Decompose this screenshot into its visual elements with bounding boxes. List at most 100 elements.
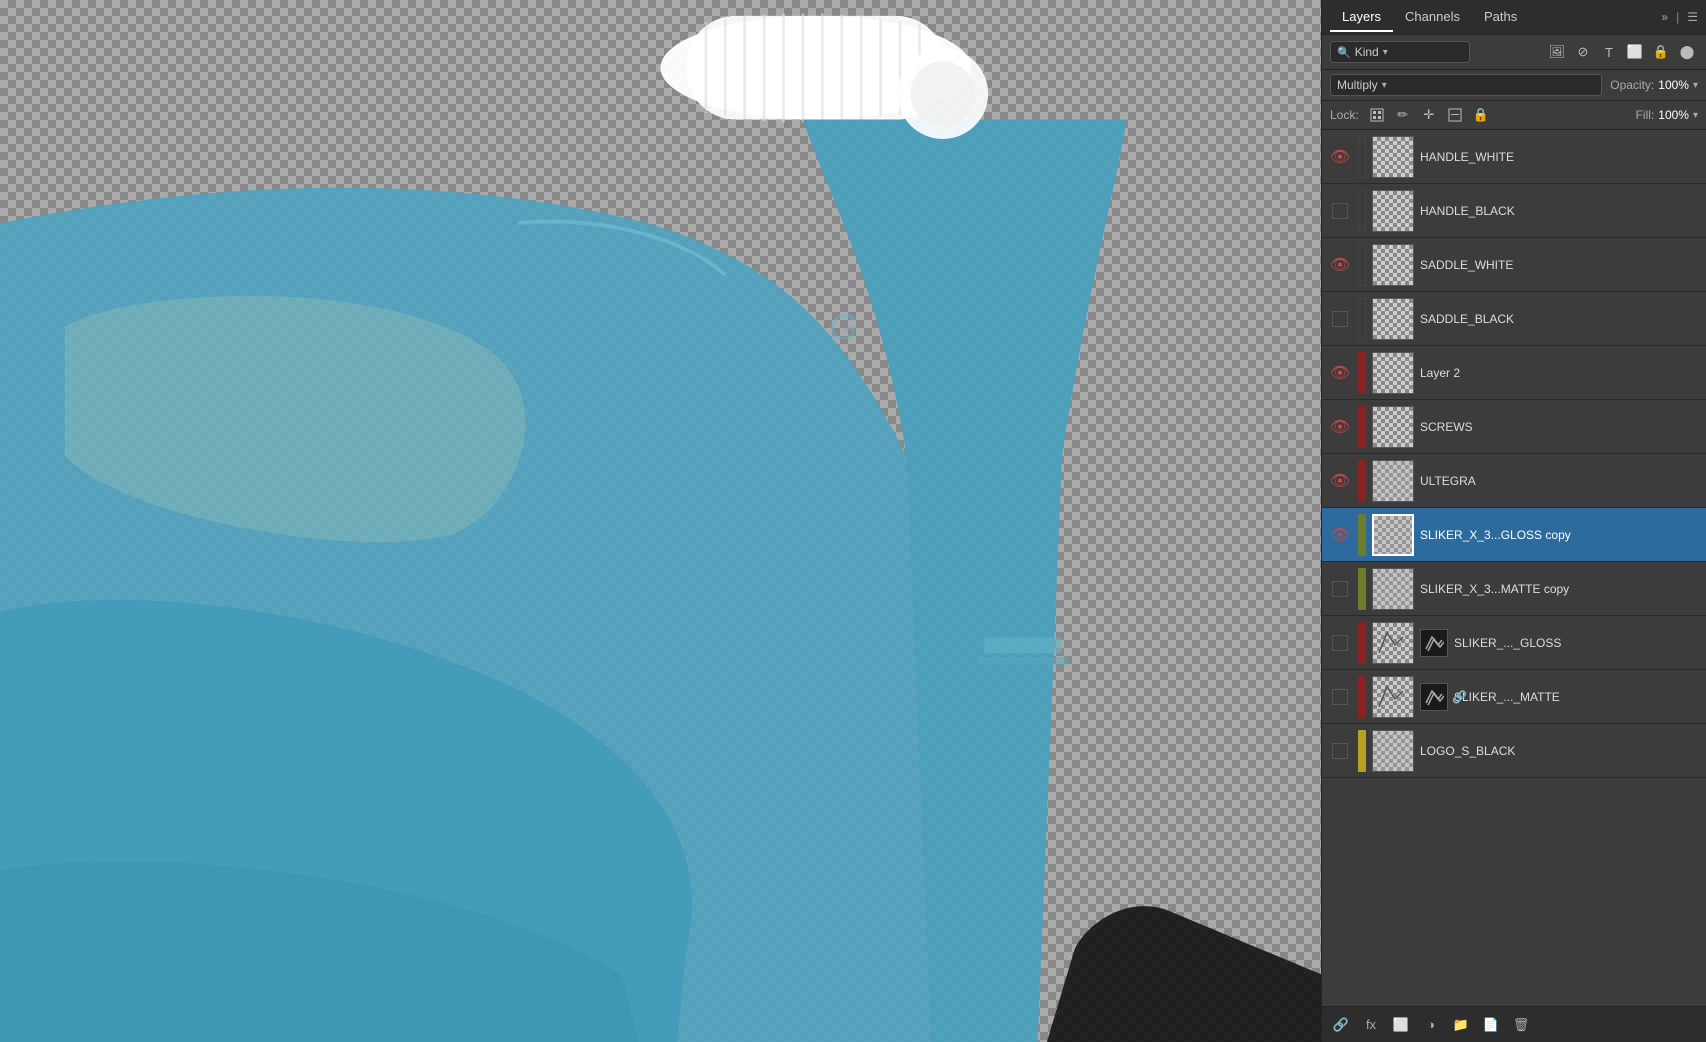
- tab-paths[interactable]: Paths: [1472, 3, 1529, 32]
- layers-panel: Layers Channels Paths » | ☰ 🔍 Kind ▾ 🖼 ⊘…: [1321, 0, 1706, 1042]
- smart-filter-icon[interactable]: 🔒: [1650, 41, 1672, 63]
- adjustment-filter-icon[interactable]: ⊘: [1572, 41, 1594, 63]
- layer-name-label: HANDLE_WHITE: [1420, 150, 1700, 164]
- layer-color-indicator: [1358, 514, 1366, 556]
- layer-name-label: SADDLE_BLACK: [1420, 312, 1700, 326]
- layer-item[interactable]: 👁 HANDLE_WHITE: [1322, 130, 1706, 184]
- layer-item[interactable]: SADDLE_BLACK: [1322, 292, 1706, 346]
- layer-visibility-toggle[interactable]: [1328, 199, 1352, 223]
- layer-item[interactable]: 👁SLIKER_X_3...GLOSS copy: [1322, 508, 1706, 562]
- tab-layers[interactable]: Layers: [1330, 3, 1393, 32]
- layer-thumbnail: [1372, 676, 1414, 718]
- layer-name-label: Layer 2: [1420, 366, 1700, 380]
- lock-all-icon[interactable]: 🔒: [1471, 105, 1491, 125]
- blend-mode-dropdown[interactable]: Multiply ▾: [1330, 74, 1602, 96]
- lock-position-icon[interactable]: ✛: [1419, 105, 1439, 125]
- layer-name-label: SLIKER_X_3...MATTE copy: [1420, 582, 1700, 596]
- layer-color-indicator: [1358, 406, 1366, 448]
- layer-visibility-toggle[interactable]: [1328, 307, 1352, 331]
- layer-thumbnail: [1372, 568, 1414, 610]
- panel-tabs: Layers Channels Paths » | ☰: [1322, 0, 1706, 35]
- layer-item[interactable]: SLIKER_..._GLOSS: [1322, 616, 1706, 670]
- filter-dropdown[interactable]: 🔍 Kind ▾: [1330, 41, 1470, 63]
- new-adjustment-icon[interactable]: ◑: [1420, 1014, 1442, 1036]
- new-group-icon[interactable]: 📁: [1450, 1014, 1472, 1036]
- filter-chevron-icon: ▾: [1383, 47, 1388, 58]
- type-filter-icon[interactable]: T: [1598, 41, 1620, 63]
- layer-color-indicator: [1358, 190, 1366, 232]
- link-layers-icon[interactable]: 🔗: [1330, 1014, 1352, 1036]
- layer-item[interactable]: 👁 SCREWS: [1322, 400, 1706, 454]
- layer-item[interactable]: 🔗SLIKER_..._MATTE: [1322, 670, 1706, 724]
- eye-icon: [1332, 581, 1348, 597]
- add-style-icon[interactable]: fx: [1360, 1014, 1382, 1036]
- layer-color-indicator: [1358, 460, 1366, 502]
- eye-icon: 👁: [1330, 363, 1350, 383]
- fill-value: 100%: [1658, 108, 1689, 122]
- eye-icon: [1332, 635, 1348, 651]
- extra-filter-icon[interactable]: ⬤: [1676, 41, 1698, 63]
- layer-visibility-toggle[interactable]: [1328, 577, 1352, 601]
- lock-artboard-icon[interactable]: [1445, 105, 1465, 125]
- layer-item[interactable]: 👁ULTEGRA: [1322, 454, 1706, 508]
- layer-thumbnail: [1372, 514, 1414, 556]
- new-layer-icon[interactable]: 📄: [1480, 1014, 1502, 1036]
- tab-channels[interactable]: Channels: [1393, 3, 1472, 32]
- layers-list[interactable]: 👁 HANDLE_WHITE HANDLE_BLACK 👁SADDLE_WHITE SA…: [1322, 130, 1706, 1006]
- layer-thumbnail: [1372, 136, 1414, 178]
- layer-visibility-toggle[interactable]: [1328, 631, 1352, 655]
- chevron-double-right-icon: »: [1661, 10, 1668, 24]
- layer-visibility-toggle[interactable]: 👁: [1328, 361, 1352, 385]
- layer-visibility-toggle[interactable]: [1328, 739, 1352, 763]
- pixel-filter-icon[interactable]: 🖼: [1546, 41, 1568, 63]
- blend-mode-value: Multiply: [1337, 78, 1378, 92]
- layer-visibility-toggle[interactable]: 👁: [1328, 253, 1352, 277]
- eye-icon: 👁: [1330, 525, 1350, 545]
- layer-thumbnail: [1372, 298, 1414, 340]
- lock-pixels-icon[interactable]: ✏: [1393, 105, 1413, 125]
- panel-bottom-bar: 🔗 fx ⬜ ◑ 📁 📄 🗑: [1322, 1006, 1706, 1042]
- lock-fill-row: Lock: ✏ ✛ 🔒 Fill: 100% ▾: [1322, 101, 1706, 130]
- add-mask-icon[interactable]: ⬜: [1390, 1014, 1412, 1036]
- layer-thumbnail: [1372, 406, 1414, 448]
- layer-thumbnail: [1372, 730, 1414, 772]
- layer-item[interactable]: 👁SADDLE_WHITE: [1322, 238, 1706, 292]
- layer-color-indicator: [1358, 676, 1366, 718]
- layer-thumbnail: [1372, 190, 1414, 232]
- blend-opacity-row: Multiply ▾ Opacity: 100% ▾: [1322, 70, 1706, 101]
- eye-icon: 👁: [1330, 471, 1350, 491]
- layer-visibility-toggle[interactable]: 👁: [1328, 415, 1352, 439]
- eye-icon: 👁: [1330, 147, 1350, 167]
- layer-name-label: HANDLE_BLACK: [1420, 204, 1700, 218]
- fill-chevron-icon[interactable]: ▾: [1693, 110, 1698, 121]
- eye-icon: 👁: [1330, 255, 1350, 275]
- eye-icon: [1332, 203, 1348, 219]
- layer-visibility-toggle[interactable]: [1328, 685, 1352, 709]
- layer-item[interactable]: HANDLE_BLACK: [1322, 184, 1706, 238]
- layer-color-indicator: [1358, 136, 1366, 178]
- panel-tab-more[interactable]: » | ☰: [1661, 10, 1698, 24]
- lock-transparency-icon[interactable]: [1367, 105, 1387, 125]
- blend-chevron-icon: ▾: [1382, 80, 1387, 91]
- delete-layer-icon[interactable]: 🗑: [1510, 1014, 1532, 1036]
- layer-filter-icons: 🖼 ⊘ T ⬜ 🔒 ⬤: [1546, 41, 1698, 63]
- canvas-area: G: [0, 0, 1321, 1042]
- layer-name-label: SLIKER_..._MATTE: [1454, 690, 1700, 704]
- layer-link-icon: 🔗: [1452, 690, 1467, 704]
- layer-name-label: SCREWS: [1420, 420, 1700, 434]
- svg-text:G: G: [829, 307, 857, 348]
- layer-visibility-toggle[interactable]: 👁: [1328, 523, 1352, 547]
- opacity-value: 100%: [1658, 78, 1689, 92]
- layer-item[interactable]: SLIKER_X_3...MATTE copy: [1322, 562, 1706, 616]
- layer-visibility-toggle[interactable]: 👁: [1328, 469, 1352, 493]
- layer-item[interactable]: LOGO_S_BLACK: [1322, 724, 1706, 778]
- shape-filter-icon[interactable]: ⬜: [1624, 41, 1646, 63]
- layer-thumbnail: [1372, 352, 1414, 394]
- opacity-chevron-icon[interactable]: ▾: [1693, 80, 1698, 91]
- layer-item[interactable]: 👁 Layer 2: [1322, 346, 1706, 400]
- panel-menu-icon[interactable]: ☰: [1687, 10, 1698, 24]
- layer-color-indicator: [1358, 352, 1366, 394]
- filter-kind-label: Kind: [1355, 45, 1379, 59]
- layer-visibility-toggle[interactable]: 👁: [1328, 145, 1352, 169]
- layer-color-indicator: [1358, 622, 1366, 664]
